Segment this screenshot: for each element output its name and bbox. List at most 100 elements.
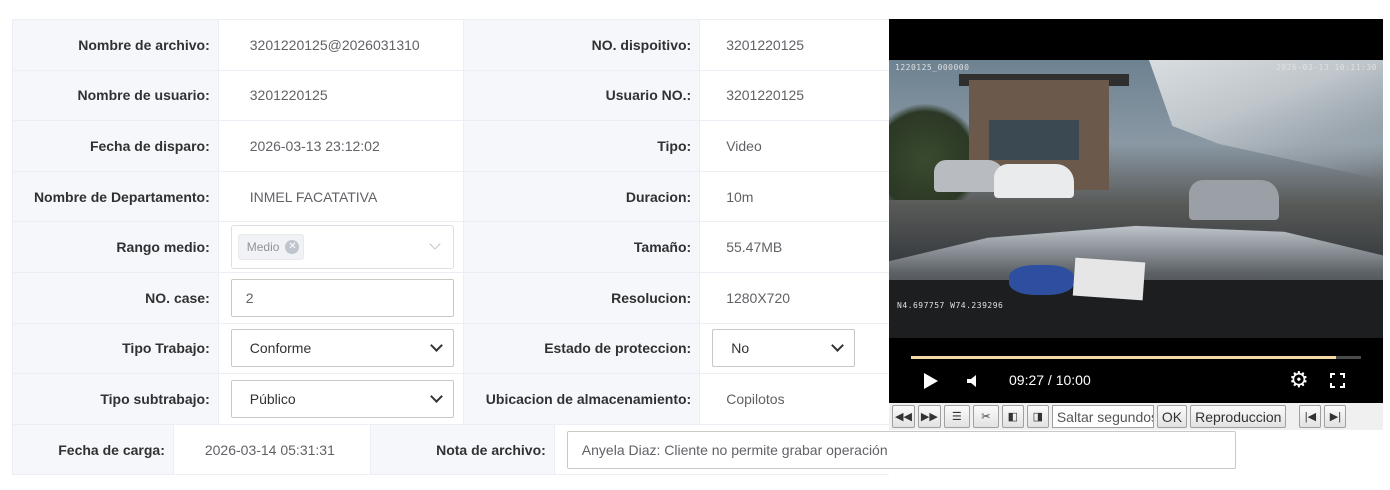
- video-player[interactable]: 1220125_000000 2026-03-13 10:11:30 N4.69…: [889, 19, 1383, 403]
- ok-button[interactable]: OK: [1156, 405, 1188, 428]
- forward-button[interactable]: ▶▶: [917, 405, 941, 428]
- resolution-label: Resolucion:: [464, 272, 701, 323]
- chevron-down-icon: [831, 339, 845, 353]
- video-frame[interactable]: [889, 60, 1383, 338]
- medium-range-tag: Medio ✕: [237, 234, 305, 261]
- work-type-select[interactable]: Conforme: [230, 329, 454, 368]
- player-toolbar: ◀◀ ▶▶ ☰ ✂ ◧ ◨ Saltar segundos OK Reprodu…: [889, 403, 1383, 430]
- playback-time: 09:27 / 10:00: [1009, 372, 1091, 388]
- skip-next-button[interactable]: ▶|: [1324, 405, 1347, 428]
- skip-prev-icon: |◀: [1304, 411, 1317, 423]
- file-name-value: 3201220125@2026031310: [219, 20, 465, 70]
- protection-status-select[interactable]: No: [712, 329, 856, 368]
- prev-frame-icon: ◧: [1007, 411, 1019, 423]
- cut-button[interactable]: ✂: [972, 405, 999, 428]
- next-frame-button[interactable]: ◨: [1026, 405, 1049, 428]
- rewind-icon: ◀◀: [895, 411, 912, 423]
- file-note-label: Nota de archivo:: [370, 424, 555, 475]
- list-icon: ☰: [951, 411, 962, 423]
- osd-device-id: 1220125_000000: [895, 63, 970, 72]
- work-type-cell: Conforme: [219, 323, 465, 374]
- close-icon[interactable]: ✕: [285, 240, 300, 255]
- user-name-value: 3201220125: [219, 70, 465, 121]
- prev-frame-button[interactable]: ◧: [1001, 405, 1024, 428]
- work-type-selected: Conforme: [249, 340, 312, 357]
- device-no-value: 3201220125: [726, 36, 805, 53]
- seek-seconds-input[interactable]: Saltar segundos: [1051, 405, 1154, 428]
- info-row: Fecha de disparo: 2026-03-13 23:12:02 Ti…: [13, 121, 889, 172]
- trigger-date-label: Fecha de disparo:: [13, 121, 219, 171]
- trigger-date-value: 2026-03-13 23:12:02: [219, 121, 465, 171]
- type-label: Tipo:: [464, 121, 701, 171]
- forward-icon: ▶▶: [920, 411, 938, 423]
- work-subtype-select[interactable]: Público: [230, 379, 454, 418]
- scissors-icon: ✂: [981, 411, 991, 423]
- list-button[interactable]: ☰: [943, 405, 970, 428]
- fullscreen-icon[interactable]: [1330, 373, 1345, 388]
- medium-range-label: Rango medio:: [13, 222, 219, 272]
- video-controls: 09:27 / 10:00 ⚙: [889, 338, 1383, 403]
- video-scene: [1189, 180, 1279, 220]
- user-no-label: Usuario NO.:: [464, 70, 701, 121]
- protection-status-selected: No: [731, 340, 750, 357]
- file-info-table: Nombre de archivo: 3201220125@2026031310…: [12, 19, 1236, 476]
- work-type-label: Tipo Trabajo:: [13, 323, 219, 374]
- play-icon[interactable]: [924, 373, 938, 389]
- storage-location-label: Ubicacion de almacenamiento:: [464, 374, 701, 424]
- work-subtype-cell: Público: [219, 374, 465, 424]
- work-subtype-selected: Público: [249, 390, 296, 407]
- user-no-value: 3201220125: [726, 87, 805, 104]
- storage-location-value: Copilotos: [726, 390, 785, 407]
- osd-timestamp: 2026-03-13 10:11:30: [1275, 63, 1377, 72]
- video-scene: [1072, 257, 1146, 301]
- playback-button[interactable]: Reproduccion: [1190, 405, 1287, 428]
- skip-prev-button[interactable]: |◀: [1299, 405, 1322, 428]
- medium-range-tag-label: Medio: [246, 240, 280, 255]
- video-scene: [989, 120, 1079, 160]
- medium-range-cell: Medio ✕: [219, 222, 465, 272]
- info-row: Fecha de carga: 2026-03-14 05:31:31 Nota…: [13, 424, 1236, 476]
- protection-status-label: Estado de proteccion:: [464, 323, 701, 374]
- next-frame-icon: ◨: [1032, 411, 1044, 423]
- info-row: NO. case: 2 Resolucion: 1280X720: [13, 272, 889, 324]
- chevron-down-icon: [429, 390, 443, 403]
- video-scene: [1149, 60, 1383, 180]
- case-no-input[interactable]: 2: [230, 278, 454, 317]
- info-row: Tipo subtrabajo: Público Ubicacion de al…: [13, 374, 889, 425]
- size-label: Tamaño:: [464, 222, 701, 272]
- device-no-label: NO. dispoitivo:: [464, 20, 701, 70]
- case-no-label: NO. case:: [13, 272, 219, 323]
- file-name-label: Nombre de archivo:: [13, 20, 219, 70]
- skip-next-icon: ▶|: [1329, 411, 1342, 423]
- size-value: 55.47MB: [726, 239, 783, 256]
- video-scene: [994, 164, 1074, 198]
- gear-icon[interactable]: ⚙: [1289, 369, 1309, 391]
- info-row: Nombre de Departamento: INMEL FACATATIVA…: [13, 171, 889, 223]
- rewind-button[interactable]: ◀◀: [892, 405, 915, 428]
- user-name-label: Nombre de usuario:: [13, 70, 219, 121]
- info-row: Nombre de usuario: 3201220125 Usuario NO…: [13, 70, 889, 122]
- video-scene: [1009, 265, 1074, 295]
- duration-label: Duracion:: [464, 171, 701, 222]
- file-note-input[interactable]: Anyela Diaz: Cliente no permite grabar o…: [566, 430, 1236, 469]
- medium-range-select[interactable]: Medio ✕: [230, 225, 454, 270]
- work-subtype-label: Tipo subtrabajo:: [13, 374, 219, 424]
- progress-fill: [911, 356, 1337, 359]
- info-row: Rango medio: Medio ✕ Tamaño: 55.47MB: [13, 222, 889, 273]
- info-row: Tipo Trabajo: Conforme Estado de protecc…: [13, 323, 889, 375]
- file-note-cell: Anyela Diaz: Cliente no permite grabar o…: [555, 425, 1236, 475]
- duration-value: 10m: [726, 188, 754, 205]
- osd-gps: N4.697757 W74.239296: [897, 301, 1004, 310]
- volume-icon[interactable]: [965, 373, 981, 389]
- upload-date-label: Fecha de carga:: [13, 424, 174, 475]
- chevron-down-icon: [429, 339, 443, 353]
- resolution-value: 1280X720: [726, 289, 791, 306]
- info-row: Nombre de archivo: 3201220125@2026031310…: [13, 20, 889, 71]
- case-no-cell: 2: [219, 272, 465, 323]
- progress-bar[interactable]: [911, 356, 1361, 359]
- department-label: Nombre de Departamento:: [13, 171, 219, 222]
- chevron-down-icon: [429, 238, 441, 250]
- department-value: INMEL FACATATIVA: [219, 171, 465, 222]
- protection-status-cell: No: [700, 324, 889, 374]
- type-value: Video: [726, 137, 762, 154]
